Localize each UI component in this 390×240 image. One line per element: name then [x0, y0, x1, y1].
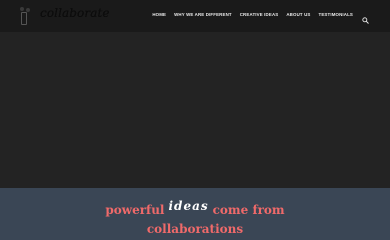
top-navigation-bar: collaborate HOME WHY WE ARE DIFFERENT CR…	[0, 0, 390, 32]
logo-text: collaborate	[40, 6, 110, 20]
tagline-word-come-from: come from	[213, 203, 285, 217]
logo-dot	[20, 7, 24, 11]
nav-item-about-us[interactable]: ABOUT US	[286, 12, 310, 17]
tagline-line-2: collaborations	[0, 222, 390, 236]
hero-section	[0, 32, 390, 188]
nav-item-why-we-are-different[interactable]: WHY WE ARE DIFFERENT	[174, 12, 232, 17]
main-menu: HOME WHY WE ARE DIFFERENT CREATIVE IDEAS…	[144, 12, 353, 17]
tagline-line-1: powerfulideascome from	[0, 203, 390, 217]
tagline-script-ideas: ideas	[169, 199, 209, 213]
tagline-word-powerful: powerful	[105, 203, 164, 217]
nav-item-creative-ideas[interactable]: CREATIVE IDEAS	[240, 12, 279, 17]
nav-item-home[interactable]: HOME	[152, 12, 166, 17]
search-icon[interactable]	[362, 11, 369, 18]
site-logo[interactable]: collaborate	[18, 5, 110, 25]
logo-mark-icon	[18, 5, 38, 25]
logo-bar	[21, 12, 27, 25]
nav-item-testimonials[interactable]: TESTIMONIALS	[319, 12, 354, 17]
